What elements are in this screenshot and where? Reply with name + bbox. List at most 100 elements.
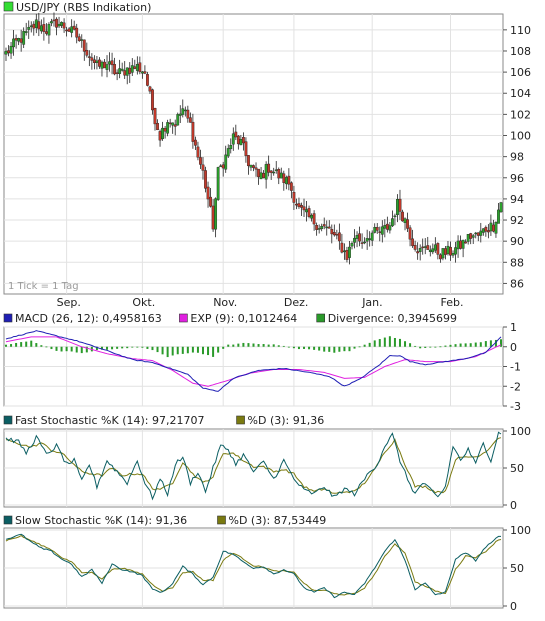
price-tick-3-label: 92 xyxy=(510,214,524,227)
divergence-bar xyxy=(272,344,275,347)
price-tick-4-label: 94 xyxy=(510,193,524,206)
candle-body xyxy=(12,38,15,48)
month-label-1: Okt. xyxy=(132,296,155,309)
candle-body xyxy=(403,218,407,223)
candle-body xyxy=(151,89,154,111)
candle-body xyxy=(383,225,387,229)
divergence-bar xyxy=(191,346,194,353)
divergence-bar xyxy=(40,345,43,347)
tick-note: 1 Tick = 1 Tag xyxy=(8,281,79,292)
candle-body xyxy=(274,169,278,171)
divergence-bar xyxy=(70,346,73,352)
month-label-2: Nov. xyxy=(213,296,237,309)
candle-body xyxy=(388,225,392,231)
divergence-bar xyxy=(146,346,149,349)
candle-body xyxy=(244,141,248,156)
candle-body xyxy=(327,226,331,229)
candle-body xyxy=(310,215,313,219)
divergence-bar xyxy=(388,336,391,347)
candle-body xyxy=(489,222,493,232)
candle-body xyxy=(277,169,281,179)
candle-body xyxy=(50,21,53,24)
candle-body xyxy=(343,250,346,253)
candle-body xyxy=(380,226,384,235)
divergence-bar xyxy=(151,346,154,351)
divergence-bar xyxy=(333,346,336,353)
candle-body xyxy=(45,31,48,34)
divergence-bar xyxy=(353,346,356,349)
divergence-bar xyxy=(267,344,270,347)
divergence-bar xyxy=(282,345,285,347)
candle-body xyxy=(471,235,475,238)
divergence-bar xyxy=(5,344,7,347)
candle-body xyxy=(148,86,152,92)
price-legend-label: USD/JPY (RBS Indikation) xyxy=(16,1,151,14)
slow-legend-label-0: Slow Stochastic %K (14): 91,36 xyxy=(15,514,187,527)
candle-body xyxy=(39,25,43,32)
candle-body xyxy=(411,238,415,247)
candle-body xyxy=(307,208,311,217)
candle-body xyxy=(317,228,321,230)
slow-legend-swatch-0 xyxy=(3,515,13,525)
divergence-bar xyxy=(434,346,437,348)
candle-body xyxy=(396,199,399,216)
divergence-bar xyxy=(469,343,472,347)
candle-body xyxy=(479,230,483,236)
candle-body xyxy=(128,67,132,74)
macd-tick-2-label: -1 xyxy=(510,361,521,374)
divergence-bar xyxy=(459,343,462,347)
divergence-bar xyxy=(363,344,366,347)
macd-tick-3-label: 0 xyxy=(510,341,517,354)
candle-body xyxy=(24,31,28,33)
candle-body xyxy=(206,186,210,200)
candle-body xyxy=(123,70,127,76)
candle-body xyxy=(130,65,134,73)
candle-body xyxy=(135,64,139,71)
candle-body xyxy=(428,249,432,252)
divergence-bar xyxy=(227,344,230,347)
divergence-bar xyxy=(247,343,250,347)
candle-body xyxy=(204,170,207,189)
price-tick-12-label: 110 xyxy=(510,24,531,37)
candle-body xyxy=(292,192,296,203)
divergence-bar xyxy=(222,346,225,349)
candle-body xyxy=(368,238,372,240)
candle-body xyxy=(464,241,468,244)
month-label-3: Dez. xyxy=(284,296,309,309)
candle-body xyxy=(42,24,46,32)
chart-canvas: 86889092949698100102104106108110USD/JPY … xyxy=(3,1,531,613)
candle-body xyxy=(365,238,369,242)
candle-body xyxy=(423,246,427,248)
candle-body xyxy=(85,49,89,56)
divergence-bar xyxy=(444,345,447,347)
divergence-bar xyxy=(75,346,78,353)
candle-body xyxy=(249,164,253,168)
fast-legend-label-0: Fast Stochastic %K (14): 97,21707 xyxy=(15,414,204,427)
price-frame xyxy=(3,13,504,295)
candle-body xyxy=(469,233,473,239)
divergence-bar xyxy=(318,346,321,351)
candle-body xyxy=(378,231,382,233)
candle-body xyxy=(143,71,147,74)
candle-body xyxy=(125,67,129,76)
divergence-bar xyxy=(10,344,13,347)
divergence-bar xyxy=(277,345,280,347)
candle-body xyxy=(438,254,442,260)
divergence-bar xyxy=(439,346,442,348)
divergence-bar xyxy=(323,346,326,352)
candle-body xyxy=(269,170,273,173)
divergence-bar xyxy=(111,346,114,350)
macd-legend-label-0: MACD (26, 12): 0,4958163 xyxy=(15,312,162,325)
macd-legend-swatch-1 xyxy=(179,313,188,323)
candle-body xyxy=(272,171,276,174)
candle-body xyxy=(370,232,374,241)
divergence-bar xyxy=(429,346,432,348)
candle-body xyxy=(17,38,21,42)
candle-body xyxy=(163,127,167,132)
divergence-bar xyxy=(106,346,109,350)
price-tick-5-label: 96 xyxy=(510,172,524,185)
stock-chart: 86 88 90 92 94 96 98 100 102 104 106 108 110 USD/JPY … xyxy=(0,0,545,617)
candle-body xyxy=(115,72,119,74)
candle-body xyxy=(100,61,104,69)
candle-body xyxy=(214,198,218,230)
